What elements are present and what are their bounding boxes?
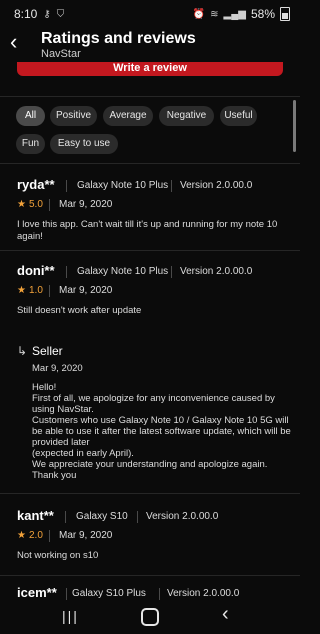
separator	[49, 285, 50, 297]
battery-percent: 58%	[250, 7, 275, 21]
chip-fun[interactable]: Fun	[16, 134, 45, 154]
review-version: Version 2.0.00.0	[146, 511, 219, 522]
review-date: Mar 9, 2020	[59, 199, 113, 210]
review-rating: 1.0	[29, 285, 43, 296]
page-title: Ratings and reviews	[41, 30, 196, 47]
recent-apps-icon[interactable]: |||	[62, 608, 79, 624]
review-version: Version 2.0.00.0	[180, 266, 253, 277]
separator	[66, 180, 67, 192]
review-rating: 2.0	[29, 530, 43, 541]
review-device: Galaxy S10 Plus	[72, 588, 146, 599]
review-text: I love this app. Can't wait till it's up…	[17, 219, 278, 242]
shield-icon: ⛉	[56, 8, 65, 20]
status-bar: 8:10 ⚷ ⛉ ⏰ ≋ ▂▄▆ 58%	[0, 0, 300, 28]
separator	[65, 511, 66, 523]
status-left: 8:10 ⚷ ⛉	[14, 7, 64, 21]
seller-message: Hello! First of all, we apologize for an…	[32, 382, 291, 481]
battery-icon	[280, 7, 290, 21]
reviewer-name: doni**	[17, 263, 55, 278]
review-date: Mar 9, 2020	[59, 530, 113, 541]
seller-label: Seller	[32, 344, 63, 358]
write-review-button[interactable]: Write a review	[17, 62, 283, 76]
status-time: 8:10	[14, 7, 38, 21]
review-device: Galaxy S10	[76, 511, 128, 522]
key-icon: ⚷	[43, 8, 51, 20]
separator	[49, 199, 50, 211]
reply-arrow-icon: ↳	[17, 344, 28, 358]
status-right: ⏰ ≋ ▂▄▆ 58%	[193, 7, 290, 21]
system-nav-bar: ||| ‹	[0, 600, 300, 634]
chip-all[interactable]: All	[16, 106, 45, 126]
signal-icon: ▂▄▆	[223, 8, 246, 20]
review-date: Mar 9, 2020	[59, 285, 113, 296]
divider	[0, 575, 300, 576]
review-version: Version 2.0.00.0	[180, 180, 253, 191]
separator	[66, 588, 67, 600]
app-name: NavStar	[41, 48, 81, 60]
divider	[0, 163, 300, 164]
separator	[159, 588, 160, 600]
chip-useful[interactable]: Useful	[220, 106, 257, 126]
divider	[0, 250, 300, 251]
chip-positive[interactable]: Positive	[50, 106, 97, 126]
seller-date: Mar 9, 2020	[32, 363, 83, 374]
reviewer-name: ryda**	[17, 177, 55, 192]
separator	[171, 180, 172, 192]
review-text: Still doesn't work after update	[17, 305, 142, 316]
review-rating: 5.0	[29, 199, 43, 210]
chip-average[interactable]: Average	[103, 106, 153, 126]
app-header: ‹ Ratings and reviews NavStar	[0, 28, 300, 62]
separator	[137, 511, 138, 523]
review-version: Version 2.0.00.0	[167, 588, 240, 599]
review-text: Not working on s10	[17, 550, 99, 561]
wifi-icon: ≋	[210, 8, 219, 20]
chip-easy-to-use[interactable]: Easy to use	[50, 134, 118, 154]
reviewer-name: icem**	[17, 585, 57, 600]
chip-negative[interactable]: Negative	[159, 106, 214, 126]
back-icon[interactable]: ‹	[222, 603, 229, 626]
separator	[49, 530, 50, 542]
reviewer-name: kant**	[17, 508, 54, 523]
review-device: Galaxy Note 10 Plus	[77, 180, 169, 191]
review-device: Galaxy Note 10 Plus	[77, 266, 169, 277]
scrollbar[interactable]	[293, 100, 296, 152]
separator	[66, 266, 67, 278]
star-icon: ★	[17, 199, 26, 210]
star-icon: ★	[17, 285, 26, 296]
home-icon[interactable]	[141, 608, 159, 626]
divider	[0, 493, 300, 494]
alarm-icon: ⏰	[192, 8, 206, 20]
star-icon: ★	[17, 530, 26, 541]
back-arrow-icon[interactable]: ‹	[10, 31, 32, 54]
divider	[0, 96, 300, 97]
separator	[171, 266, 172, 278]
